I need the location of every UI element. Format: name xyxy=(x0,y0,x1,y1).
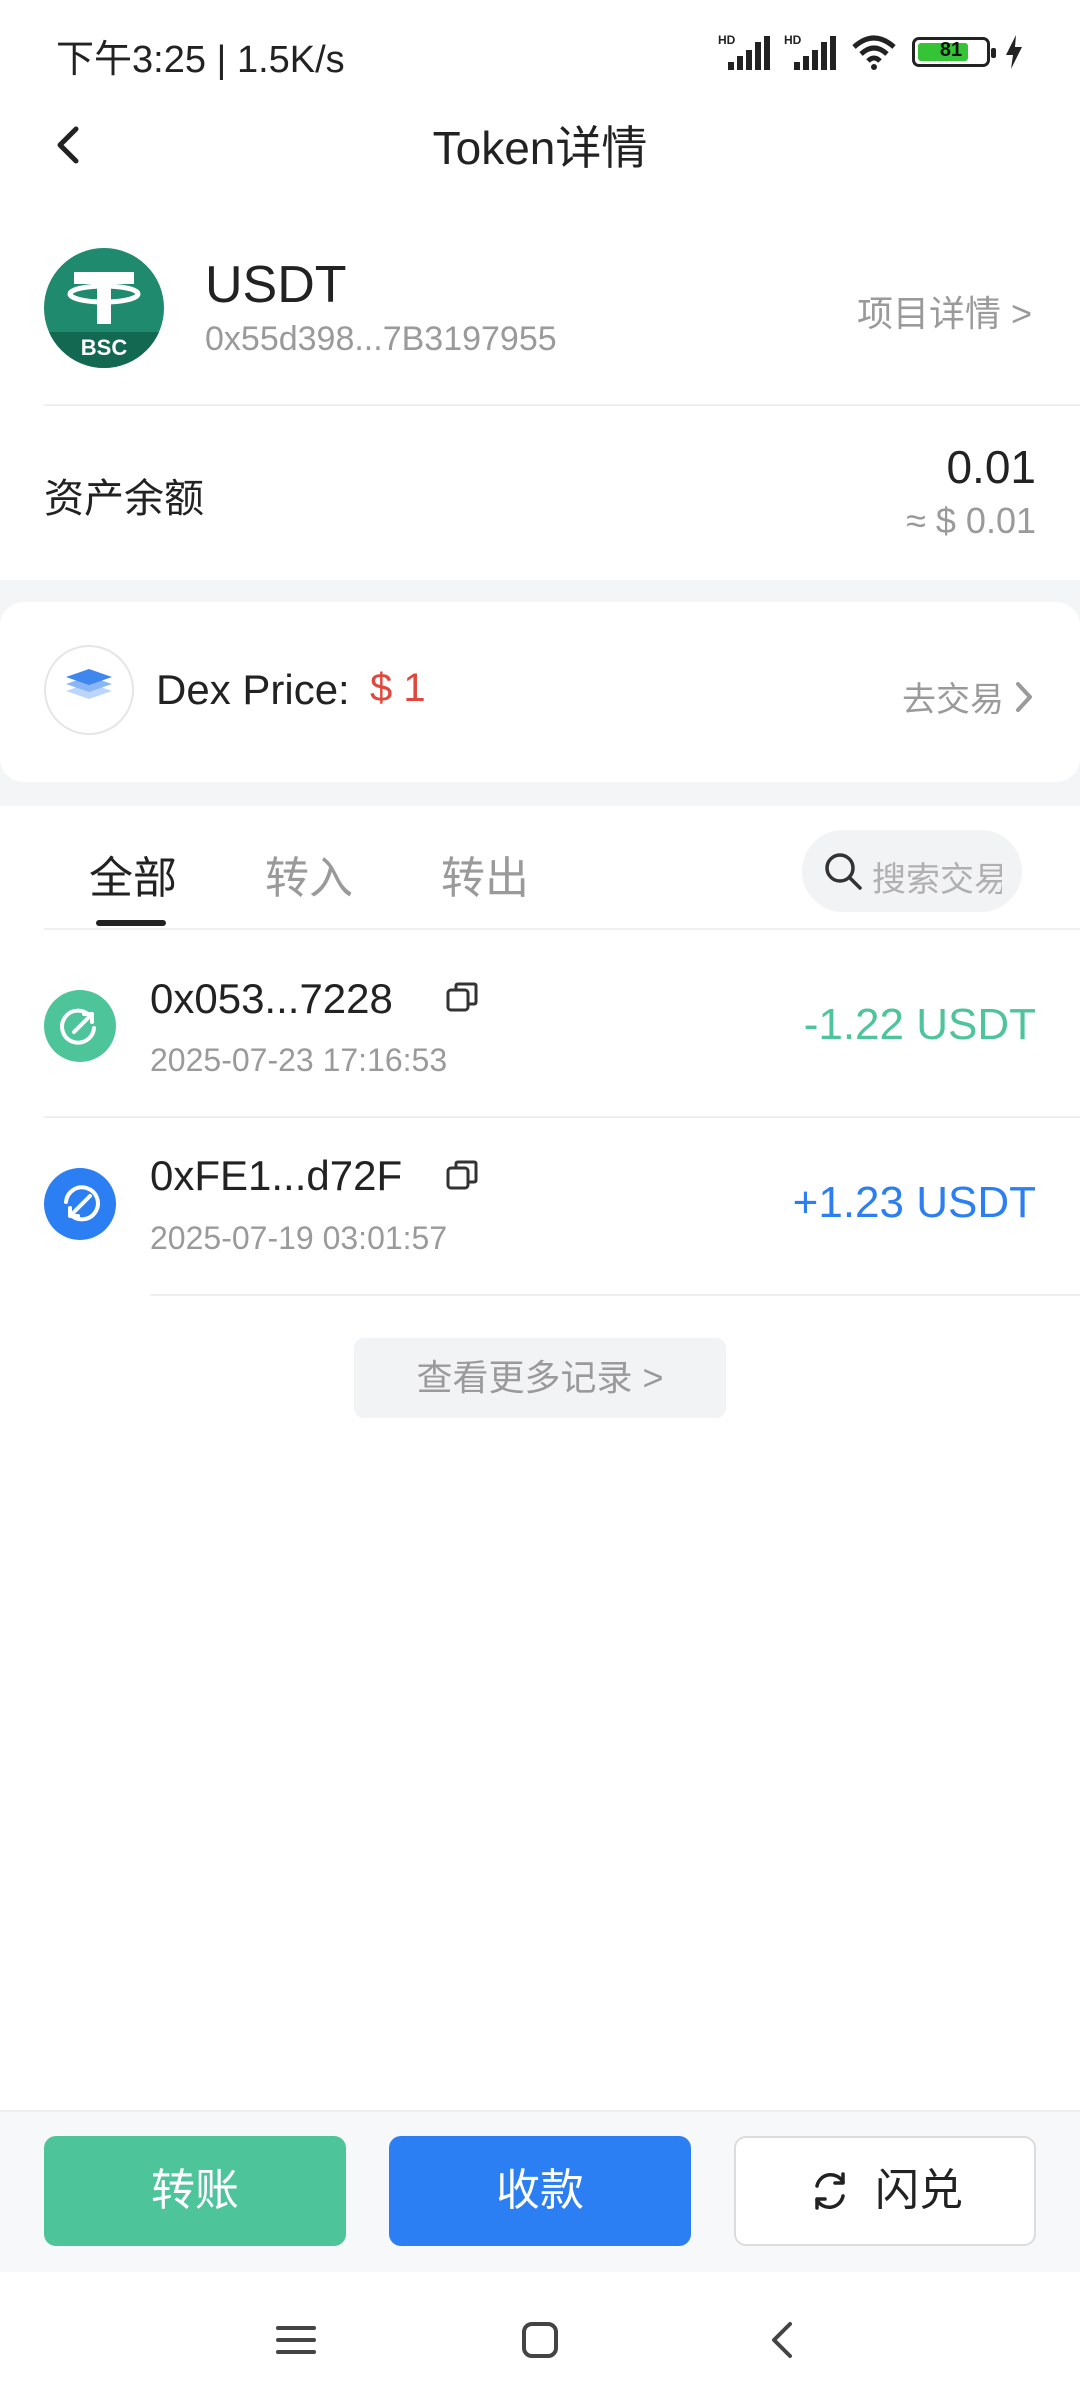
token-logo: BSC xyxy=(44,248,164,368)
transaction-address: 0x053...7228 xyxy=(150,975,393,1022)
menu-icon[interactable] xyxy=(266,2310,326,2370)
tab-incoming[interactable]: 转入 xyxy=(265,842,353,906)
battery-level: 81 xyxy=(939,39,963,61)
transaction-amount: +1.23 USDT xyxy=(792,1178,1036,1227)
transaction-time: 2025-07-19 03:01:57 xyxy=(150,1220,448,1256)
transaction-amount: -1.22 USDT xyxy=(803,1000,1036,1049)
incoming-icon xyxy=(44,1168,116,1240)
search-placeholder: 搜索交易 xyxy=(872,861,1002,899)
project-details-link[interactable]: 项目详情 > xyxy=(857,285,1032,337)
tab-outgoing[interactable]: 转出 xyxy=(441,842,529,906)
home-icon[interactable] xyxy=(510,2310,570,2370)
copy-icon[interactable] xyxy=(444,980,480,1016)
wifi-icon xyxy=(852,35,896,70)
dex-price-value: $ 1 xyxy=(370,666,426,710)
trade-link[interactable]: 去交易 xyxy=(902,672,1036,721)
layers-icon xyxy=(44,645,134,735)
swap-icon xyxy=(815,2172,845,2210)
balance-amount: 0.01 xyxy=(946,441,1036,493)
page-title: Token详情 xyxy=(432,122,648,174)
transaction-address: 0xFE1...d72F xyxy=(150,1152,403,1199)
chevron-right-icon xyxy=(1016,681,1032,712)
tab-all[interactable]: 全部 xyxy=(89,842,177,906)
outgoing-icon xyxy=(44,990,116,1062)
token-symbol: USDT xyxy=(205,256,347,314)
signal-hd-icon: HD xyxy=(784,33,836,70)
view-more-records-button[interactable]: 查看更多记录 > xyxy=(354,1338,726,1418)
charging-icon xyxy=(1006,35,1022,69)
search-icon xyxy=(825,853,862,890)
receive-button[interactable]: 收款 xyxy=(389,2136,691,2246)
status-time: 下午3:25 | 1.5K/s xyxy=(56,39,345,81)
chain-badge: BSC xyxy=(44,332,164,368)
status-icons: HD HD 81 xyxy=(718,30,1024,74)
battery-icon: 81 xyxy=(912,37,996,67)
token-address: 0x55d398...7B3197955 xyxy=(205,320,557,358)
svg-text:HD: HD xyxy=(718,33,736,47)
transfer-button[interactable]: 转账 xyxy=(44,2136,346,2246)
status-bar: 下午3:25 | 1.5K/s HD HD 81 xyxy=(0,0,1080,100)
balance-usd: ≈ $ 0.01 xyxy=(906,500,1036,541)
balance-label: 资产余额 xyxy=(44,477,204,521)
trade-link-label: 去交易 xyxy=(902,681,1004,719)
signal-hd-icon: HD xyxy=(718,33,770,70)
tether-icon xyxy=(67,272,141,324)
divider xyxy=(44,928,1080,930)
tab-indicator xyxy=(96,920,166,926)
divider xyxy=(150,1294,1080,1296)
divider xyxy=(44,404,1080,406)
dex-price-label: Dex Price: xyxy=(156,666,350,713)
back-icon[interactable] xyxy=(754,2310,814,2370)
svg-text:HD: HD xyxy=(784,33,802,47)
swap-button-label: 闪兑 xyxy=(875,2166,963,2215)
copy-icon[interactable] xyxy=(444,1158,480,1194)
transaction-time: 2025-07-23 17:16:53 xyxy=(150,1042,448,1078)
swap-button[interactable]: 闪兑 xyxy=(734,2136,1036,2246)
